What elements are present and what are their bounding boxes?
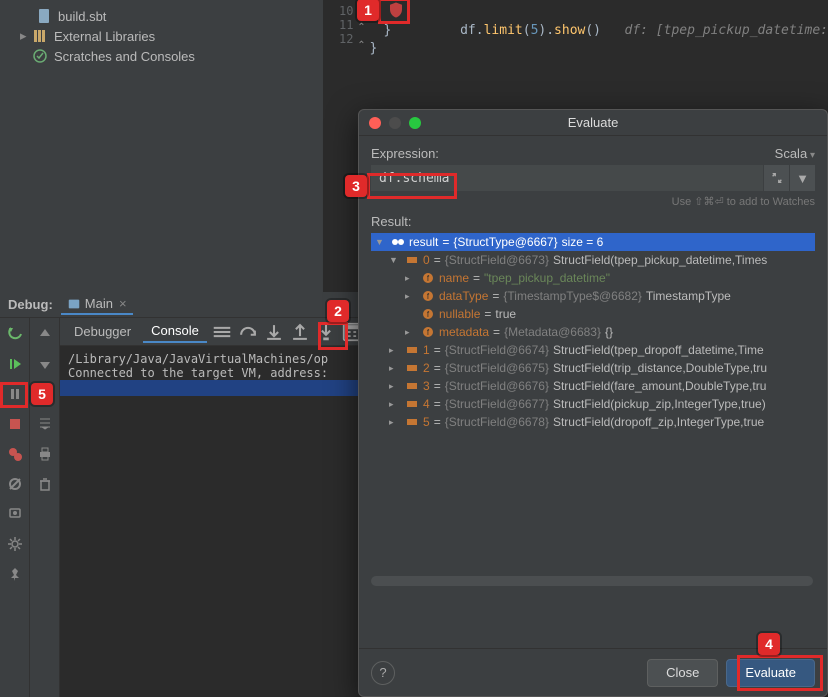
clear-button[interactable] bbox=[35, 474, 55, 494]
get-thread-dump-button[interactable] bbox=[5, 504, 25, 524]
close-window-icon[interactable] bbox=[369, 117, 381, 129]
mute-breakpoints-button[interactable] bbox=[5, 474, 25, 494]
line-number: 10 bbox=[323, 4, 353, 18]
inline-hint: df: [tpep_pickup_datetime: bbox=[625, 23, 828, 38]
dialog-title: Evaluate bbox=[568, 115, 619, 130]
print-button[interactable] bbox=[35, 444, 55, 464]
chevron-right-icon: ▸ bbox=[20, 28, 30, 44]
tree-label: External Libraries bbox=[54, 29, 155, 44]
step-into-icon[interactable] bbox=[263, 321, 285, 343]
close-icon[interactable]: × bbox=[119, 296, 127, 311]
tree-label: Scratches and Consoles bbox=[54, 49, 195, 64]
expression-label: Expression: bbox=[371, 146, 439, 161]
annotation-badge-1: 1 bbox=[357, 0, 379, 21]
settings-button[interactable] bbox=[5, 534, 25, 554]
console-tab[interactable]: Console bbox=[143, 320, 207, 343]
annotation-box-3 bbox=[367, 173, 457, 199]
annotation-badge-5: 5 bbox=[31, 383, 53, 405]
horizontal-scrollbar[interactable] bbox=[371, 576, 813, 586]
object-icon bbox=[391, 235, 405, 249]
debug-title: Debug: bbox=[8, 297, 53, 312]
scroll-to-end-button[interactable] bbox=[35, 414, 55, 434]
result-root-row[interactable]: ▼ result = {StructType@6667} size = 6 bbox=[371, 233, 815, 251]
minimize-window-icon[interactable] bbox=[389, 117, 401, 129]
result-item-row[interactable]: ▸ 5= {StructField@6678} StructField(drop… bbox=[371, 413, 815, 431]
array-element-icon bbox=[405, 397, 419, 411]
zoom-window-icon[interactable] bbox=[409, 117, 421, 129]
step-over-icon[interactable] bbox=[237, 321, 259, 343]
result-field-row[interactable]: ▸ f metadata = {Metadata@6683} {} bbox=[371, 323, 815, 341]
line-number: 12 bbox=[323, 32, 353, 46]
annotation-badge-3: 3 bbox=[345, 175, 367, 197]
fold-up-icon[interactable]: ⌃ bbox=[353, 22, 369, 40]
pin-button[interactable] bbox=[5, 564, 25, 584]
annotation-badge-2: 2 bbox=[327, 300, 349, 322]
annotation-box-5 bbox=[0, 382, 28, 408]
stop-button[interactable] bbox=[5, 414, 25, 434]
help-button[interactable]: ? bbox=[371, 661, 395, 685]
line-number-gutter: 10 11 12 bbox=[323, 0, 353, 292]
app-icon bbox=[67, 297, 81, 311]
tab-label: Main bbox=[85, 296, 113, 311]
field-icon: f bbox=[421, 307, 435, 321]
annotation-box-2 bbox=[318, 322, 348, 350]
annotation-box-4 bbox=[737, 655, 823, 691]
language-dropdown[interactable]: Scala bbox=[775, 146, 815, 161]
tree-item-build-sbt[interactable]: build.sbt bbox=[0, 6, 323, 26]
code-line[interactable]: df.limit(5).show() df: [tpep_pickup_date… bbox=[369, 4, 828, 22]
result-item-row[interactable]: ▼ 0 = {StructField@6673} StructField(tpe… bbox=[371, 251, 815, 269]
field-icon: f bbox=[421, 325, 435, 339]
result-field-row[interactable]: ▸ f name = "tpep_pickup_datetime" bbox=[371, 269, 815, 287]
step-out-icon[interactable] bbox=[289, 321, 311, 343]
dialog-titlebar[interactable]: Evaluate bbox=[359, 110, 827, 136]
history-dropdown-button[interactable]: ▼ bbox=[789, 165, 815, 191]
sbt-file-icon bbox=[36, 8, 52, 24]
window-controls[interactable] bbox=[369, 117, 421, 129]
result-item-row[interactable]: ▸ 2= {StructField@6675} StructField(trip… bbox=[371, 359, 815, 377]
array-element-icon bbox=[405, 343, 419, 357]
field-icon: f bbox=[421, 271, 435, 285]
debug-actions-rail bbox=[0, 318, 30, 697]
result-item-row[interactable]: ▸ 3= {StructField@6676} StructField(fare… bbox=[371, 377, 815, 395]
expand-editor-button[interactable] bbox=[763, 165, 789, 191]
result-field-row[interactable]: ▸ f nullable = true bbox=[371, 305, 815, 323]
resume-button[interactable] bbox=[5, 354, 25, 374]
tree-label: build.sbt bbox=[58, 9, 106, 24]
threads-icon[interactable] bbox=[211, 321, 233, 343]
library-icon bbox=[32, 28, 48, 44]
annotation-box-1 bbox=[378, 0, 410, 24]
result-field-row[interactable]: ▸ f dataType = {TimestampType$@6682} Tim… bbox=[371, 287, 815, 305]
tree-item-scratches[interactable]: Scratches and Consoles bbox=[0, 46, 323, 66]
debugger-tab[interactable]: Debugger bbox=[66, 321, 139, 342]
debug-run-tab[interactable]: Main × bbox=[61, 294, 133, 315]
view-breakpoints-button[interactable] bbox=[5, 444, 25, 464]
result-item-row[interactable]: ▸ 4= {StructField@6677} StructField(pick… bbox=[371, 395, 815, 413]
array-element-icon bbox=[405, 253, 419, 267]
close-button[interactable]: Close bbox=[647, 659, 718, 687]
up-stack-button[interactable] bbox=[35, 324, 55, 344]
annotation-badge-4: 4 bbox=[758, 633, 780, 655]
result-label: Result: bbox=[371, 214, 815, 229]
scratch-icon bbox=[32, 48, 48, 64]
field-icon: f bbox=[421, 289, 435, 303]
console-actions-rail bbox=[30, 318, 60, 697]
array-element-icon bbox=[405, 379, 419, 393]
fold-up-icon[interactable]: ⌃ bbox=[353, 40, 369, 58]
down-stack-button[interactable] bbox=[35, 354, 55, 374]
array-element-icon bbox=[405, 361, 419, 375]
array-element-icon bbox=[405, 415, 419, 429]
line-number: 11 bbox=[323, 18, 353, 32]
result-item-row[interactable]: ▸ 1= {StructField@6674} StructField(tpep… bbox=[371, 341, 815, 359]
tree-item-external-libraries[interactable]: ▸ External Libraries bbox=[0, 26, 323, 46]
project-tree[interactable]: build.sbt ▸ External Libraries Scratches… bbox=[0, 0, 323, 292]
rerun-button[interactable] bbox=[5, 324, 25, 344]
